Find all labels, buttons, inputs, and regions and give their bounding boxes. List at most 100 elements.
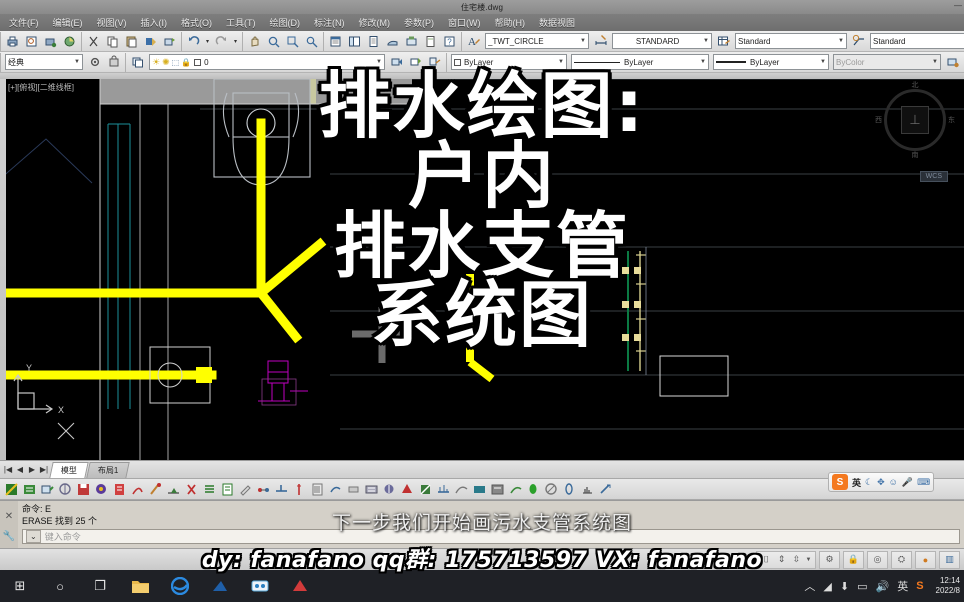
tool-04-icon[interactable]	[56, 480, 74, 498]
menu-item-tools[interactable]: 工具(T)	[219, 15, 263, 30]
menu-item-parametric[interactable]: 参数(P)	[397, 15, 441, 30]
menu-item-insert[interactable]: 插入(I)	[134, 15, 175, 30]
taskbar-clock[interactable]: 12:14 2022/8	[932, 576, 960, 596]
table-style-combo[interactable]: Standard ▼	[735, 33, 847, 49]
properties-palette-icon[interactable]	[327, 33, 344, 50]
app-cyan-button[interactable]	[240, 570, 280, 602]
zoom-window-icon[interactable]	[284, 33, 301, 50]
tool-11-icon[interactable]	[182, 480, 200, 498]
nav-next-button[interactable]: ▶	[26, 465, 38, 474]
plot-icon[interactable]	[4, 33, 21, 50]
lineweight-combo[interactable]: ByLayer ▼	[713, 54, 829, 70]
help-icon[interactable]: ?	[441, 33, 458, 50]
workspace-switch-icon[interactable]: ⚙	[822, 552, 837, 567]
tool-02-icon[interactable]	[20, 480, 38, 498]
sogou-logo-icon[interactable]: S	[832, 474, 848, 490]
layer-freeze-icon[interactable]: ✺	[162, 57, 170, 68]
tool-26-icon[interactable]	[452, 480, 470, 498]
redo-dropdown-icon[interactable]: ▾	[232, 33, 239, 50]
linetype-combo[interactable]: ByLayer ▼	[571, 54, 709, 70]
show-hidden-icons-button[interactable]: ︿	[804, 578, 815, 594]
tool-30-icon[interactable]	[524, 480, 542, 498]
keyboard-icon[interactable]: ⌨	[917, 477, 930, 488]
ime-mode-indicator[interactable]: 英	[897, 578, 908, 594]
tool-08-icon[interactable]	[128, 480, 146, 498]
command-prompt-icon[interactable]: ⌄	[26, 530, 41, 543]
zoom-previous-icon[interactable]	[303, 33, 320, 50]
layer-make-current-icon[interactable]	[407, 54, 424, 71]
matchprop-icon[interactable]	[142, 33, 159, 50]
layer-color-swatch[interactable]	[194, 58, 202, 66]
text-style-icon[interactable]: A	[465, 33, 482, 50]
moon-icon[interactable]: ☾	[865, 477, 873, 488]
menu-item-dataview[interactable]: 数据视图	[532, 15, 582, 30]
viewcube[interactable]: ⊥	[901, 106, 929, 134]
menu-item-view[interactable]: 视图(V)	[90, 15, 134, 30]
tool-16-icon[interactable]	[272, 480, 290, 498]
designcenter-icon[interactable]	[346, 33, 363, 50]
viewport-label[interactable]: [+][俯视][二维线框]	[8, 82, 74, 93]
layout-tab-model[interactable]: 模型	[49, 461, 89, 478]
command-input[interactable]: 键入命令	[45, 530, 81, 543]
text-style-combo[interactable]: _TWT_CIRCLE ▼	[485, 33, 589, 49]
tool-09-icon[interactable]	[146, 480, 164, 498]
tool-23-icon[interactable]	[398, 480, 416, 498]
workspace-lock-icon[interactable]	[105, 54, 122, 71]
tool-29-icon[interactable]	[506, 480, 524, 498]
object-color-combo[interactable]: ByLayer ▼	[451, 54, 567, 70]
menu-item-window[interactable]: 窗口(W)	[441, 15, 488, 30]
plotstyle-manager-icon[interactable]	[944, 54, 961, 71]
tool-10-icon[interactable]	[164, 480, 182, 498]
copy-icon[interactable]	[104, 33, 121, 50]
tool-06-icon[interactable]	[92, 480, 110, 498]
voice-icon[interactable]: 🎤	[902, 477, 913, 488]
sheetset-manager-icon[interactable]	[384, 33, 401, 50]
layer-previous-icon[interactable]	[388, 54, 405, 71]
tool-01-icon[interactable]	[2, 480, 20, 498]
minimize-button[interactable]: —	[954, 1, 962, 11]
undo-icon[interactable]	[185, 33, 202, 50]
close-icon[interactable]: ✕	[5, 511, 13, 522]
menu-item-file[interactable]: 文件(F)	[2, 15, 46, 30]
tool-25-icon[interactable]	[434, 480, 452, 498]
tool-19-icon[interactable]	[326, 480, 344, 498]
drawing-canvas[interactable]: Y X [+][俯视][二维线框] ⊥ 北 南 西 东 WCS	[0, 79, 964, 460]
plot-preview-icon[interactable]	[23, 33, 40, 50]
tool-14-icon[interactable]	[236, 480, 254, 498]
tool-33-icon[interactable]	[578, 480, 596, 498]
onedrive-icon[interactable]: ⬇	[840, 580, 849, 593]
volume-icon[interactable]: 🔊	[875, 580, 889, 593]
multileader-style-icon[interactable]	[850, 33, 867, 50]
quick-calc-icon[interactable]	[422, 33, 439, 50]
menu-item-dimension[interactable]: 标注(N)	[307, 15, 352, 30]
dimension-style-combo[interactable]: STANDARD ▼	[612, 33, 712, 49]
tool-12-icon[interactable]	[200, 480, 218, 498]
layer-properties-icon[interactable]	[129, 54, 146, 71]
tool-17-icon[interactable]	[290, 480, 308, 498]
tool-28-icon[interactable]	[488, 480, 506, 498]
cut-icon[interactable]	[85, 33, 102, 50]
tool-save-icon[interactable]	[74, 480, 92, 498]
app-blue-button[interactable]	[200, 570, 240, 602]
publish-icon[interactable]	[42, 33, 59, 50]
paste-icon[interactable]	[123, 33, 140, 50]
tool-15-icon[interactable]	[254, 480, 272, 498]
customize-wrench-icon[interactable]: 🔧	[3, 531, 15, 542]
view-compass[interactable]: ⊥ 北 南 西 东	[875, 82, 955, 159]
workspace-combo[interactable]: 经典 ▼	[5, 54, 83, 70]
toolbar-lock-icon[interactable]: 🔒	[846, 552, 861, 567]
sheetset-icon[interactable]	[61, 33, 78, 50]
tool-20-icon[interactable]	[344, 480, 362, 498]
menu-item-edit[interactable]: 编辑(E)	[46, 15, 90, 30]
battery-icon[interactable]: ▭	[857, 580, 867, 593]
menu-item-format[interactable]: 格式(O)	[174, 15, 219, 30]
tool-22-icon[interactable]	[380, 480, 398, 498]
tool-18-icon[interactable]	[308, 480, 326, 498]
block-editor-icon[interactable]	[161, 33, 178, 50]
network-icon[interactable]: ◢	[823, 580, 831, 593]
task-view-button[interactable]: ❐	[80, 570, 120, 602]
file-explorer-button[interactable]	[120, 570, 160, 602]
tool-27-icon[interactable]	[470, 480, 488, 498]
zoom-realtime-icon[interactable]	[265, 33, 282, 50]
tool-32-icon[interactable]	[560, 480, 578, 498]
